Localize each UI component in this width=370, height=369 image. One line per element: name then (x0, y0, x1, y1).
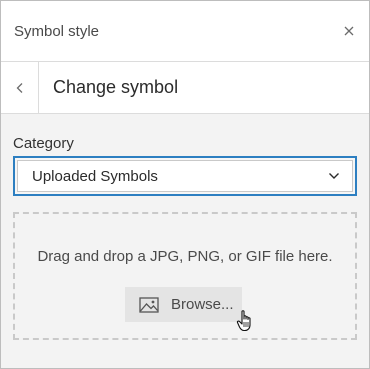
close-icon (344, 26, 354, 36)
back-button[interactable] (1, 62, 39, 113)
browse-button-label: Browse... (171, 296, 234, 313)
chevron-down-icon (329, 173, 339, 179)
hand-cursor-icon (236, 310, 251, 332)
category-select-focus-ring: Uploaded Symbols (13, 156, 357, 196)
symbol-style-panel: Symbol style Change symbol Category Uplo… (0, 0, 370, 369)
file-dropzone[interactable]: Drag and drop a JPG, PNG, or GIF file he… (13, 212, 357, 340)
subheader: Change symbol (1, 62, 369, 114)
dropzone-instructions: Drag and drop a JPG, PNG, or GIF file he… (37, 248, 333, 265)
panel-title: Symbol style (14, 22, 100, 40)
panel-header: Symbol style (1, 1, 369, 62)
panel-content: Category Uploaded Symbols Drag and drop … (1, 135, 369, 340)
image-icon (139, 296, 159, 313)
browse-button[interactable]: Browse... (125, 287, 242, 322)
close-button[interactable] (329, 1, 369, 62)
category-label: Category (13, 135, 74, 152)
chevron-left-icon (16, 82, 22, 93)
category-select[interactable]: Uploaded Symbols (17, 160, 353, 192)
category-select-value: Uploaded Symbols (32, 167, 158, 185)
subheader-title: Change symbol (53, 77, 179, 97)
